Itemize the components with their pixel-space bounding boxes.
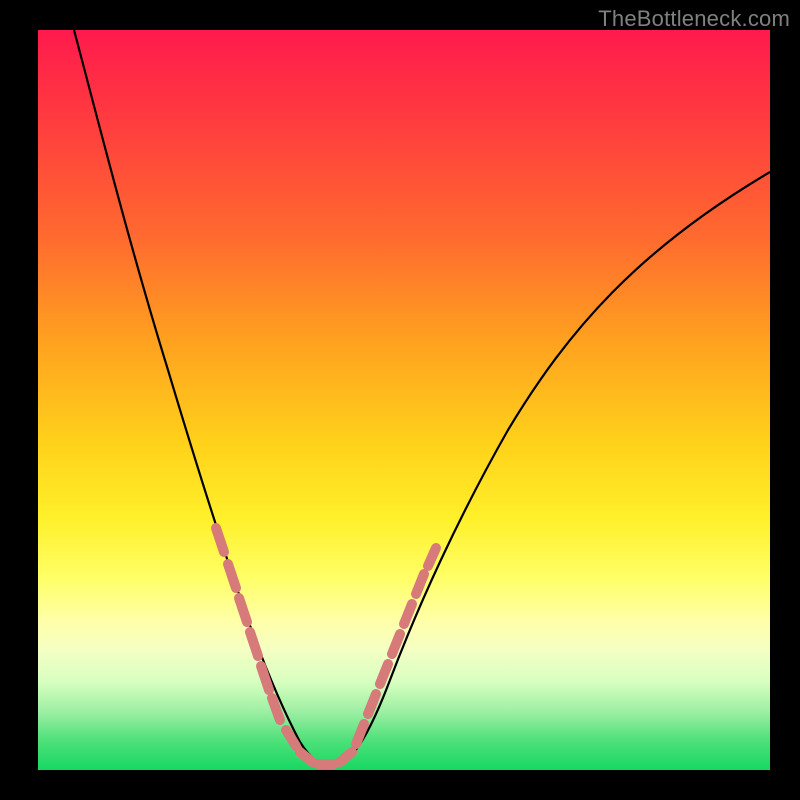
watermark-text: TheBottleneck.com (598, 6, 790, 32)
bottleneck-curve (38, 30, 770, 770)
curve-path (74, 30, 770, 766)
plot-area (38, 30, 770, 770)
chart-frame: TheBottleneck.com (0, 0, 800, 800)
right-dash-group (356, 548, 436, 744)
